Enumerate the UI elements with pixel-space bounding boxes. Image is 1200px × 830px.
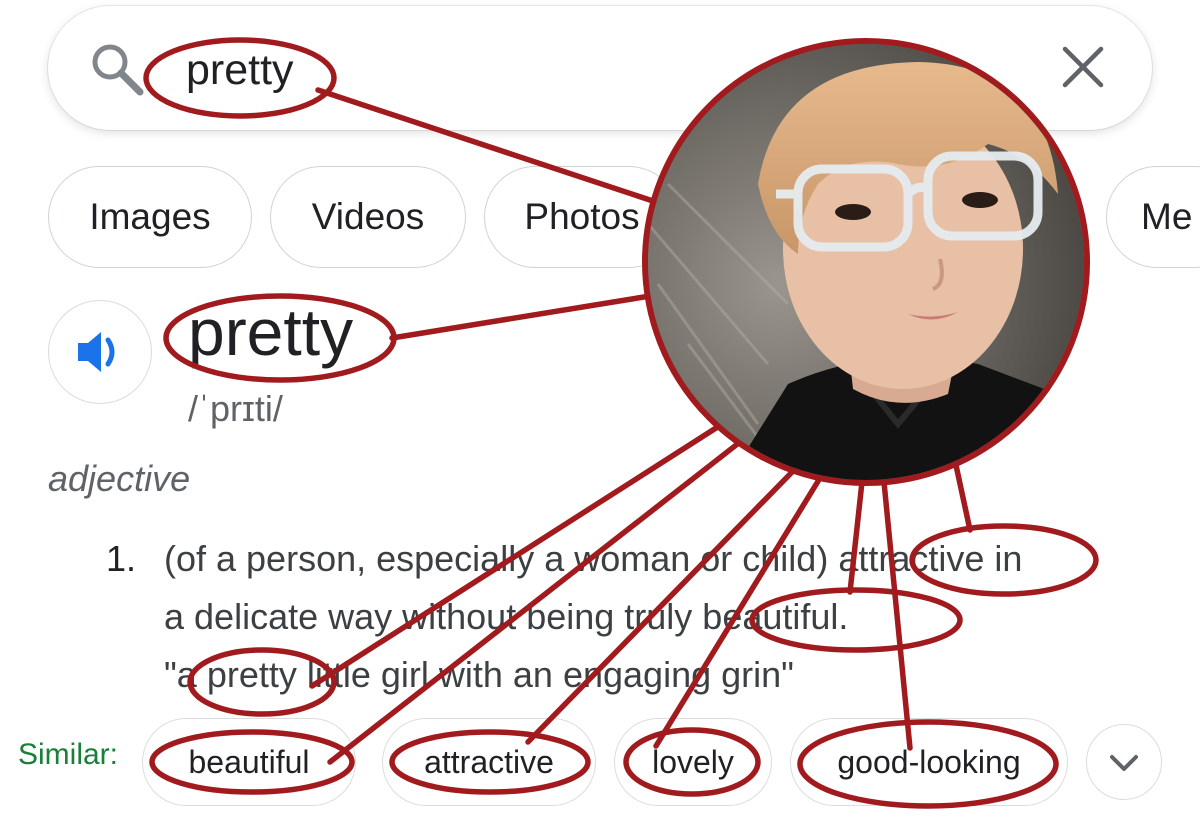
pronunciation: /ˈprɪti/ (188, 388, 283, 429)
synonym-label: lovely (652, 743, 734, 780)
dictionary-word: pretty (188, 295, 354, 369)
connector-line (881, 479, 913, 751)
synonym-chip-lovely[interactable]: lovely (614, 718, 772, 806)
connector-line (951, 453, 973, 533)
tab-label: Images (89, 196, 211, 237)
expand-synonyms-button[interactable] (1086, 724, 1162, 800)
tab-more[interactable]: Me (1106, 166, 1200, 268)
example-text: little girl with an engaging grin" (296, 654, 794, 695)
close-icon[interactable] (1060, 44, 1106, 90)
connector-line (389, 293, 653, 341)
definition-example: "a pretty little girl with an engaging g… (164, 654, 794, 696)
definition-line-1: (of a person, especially a woman or chil… (164, 538, 1022, 580)
chevron-down-icon (1109, 754, 1138, 771)
definition-keyword-beautiful: beautiful. (702, 596, 849, 637)
definition-text: a delicate way without being truly (164, 596, 703, 637)
tab-videos[interactable]: Videos (270, 166, 466, 268)
pronounce-button[interactable] (48, 300, 152, 404)
tab-label: Photos (524, 196, 640, 237)
portrait-photo (642, 38, 1090, 486)
speaker-icon (77, 331, 114, 372)
definition-text: in (984, 538, 1023, 579)
tab-label: Me (1141, 196, 1193, 237)
similar-label: Similar: (18, 738, 118, 771)
person-portrait-with-glasses (648, 44, 1084, 480)
search-input[interactable]: pretty (186, 44, 294, 96)
definition-text: (of a person, especially a woman or chil… (164, 538, 839, 579)
search-icon[interactable] (88, 40, 146, 98)
synonym-chip-beautiful[interactable]: beautiful (142, 718, 356, 806)
synonym-label: beautiful (188, 743, 310, 780)
definition-number: 1. (106, 538, 137, 579)
synonym-label: attractive (424, 743, 554, 780)
synonym-chip-good-looking[interactable]: good-looking (790, 718, 1068, 806)
tab-label: Videos (311, 196, 425, 237)
part-of-speech: adjective (48, 458, 191, 499)
example-keyword-pretty: pretty (206, 654, 297, 695)
tab-images[interactable]: Images (48, 166, 252, 268)
synonym-chip-attractive[interactable]: attractive (382, 718, 596, 806)
example-text: "a (164, 654, 207, 695)
definition-keyword-attractive: attractive (838, 538, 985, 579)
definition-line-2: a delicate way without being truly beaut… (164, 596, 848, 638)
synonym-label: good-looking (837, 743, 1021, 780)
